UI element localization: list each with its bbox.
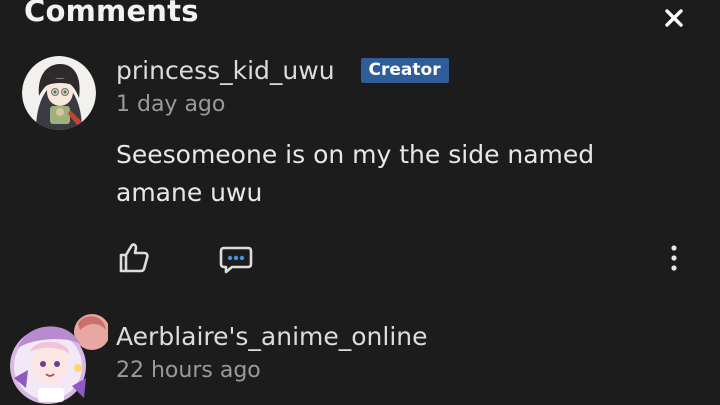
comments-title: Comments <box>24 0 199 28</box>
comment-item: Aerblaire's_anime_online 22 hours ago <box>0 306 720 405</box>
comment-timestamp: 1 day ago <box>116 92 226 117</box>
avatar[interactable] <box>8 308 110 405</box>
more-vertical-icon <box>671 245 677 271</box>
like-button[interactable] <box>116 240 152 276</box>
author-name[interactable]: Aerblaire's_anime_online <box>116 322 428 351</box>
comment-text: Seesomeone is on my the side named amane… <box>116 140 595 207</box>
reply-button[interactable] <box>218 240 254 276</box>
author-row: Aerblaire's_anime_online <box>116 322 428 351</box>
author-name[interactable]: princess_kid_uwu <box>116 56 335 85</box>
reply-bubble-icon <box>219 246 253 274</box>
creator-badge: Creator <box>360 58 449 83</box>
comment-item: princess_kid_uwu Creator 1 day ago Seeso… <box>0 52 720 292</box>
comments-panel: Comments princess_kid_uwu Creator 1 day … <box>0 0 720 405</box>
author-row: princess_kid_uwu Creator <box>116 56 449 85</box>
close-icon <box>665 9 683 27</box>
avatar-image <box>10 314 110 404</box>
comments-header: Comments <box>0 0 720 40</box>
thumbs-up-icon <box>119 243 149 273</box>
comment-timestamp: 22 hours ago <box>116 358 261 383</box>
comment-actions <box>0 238 720 278</box>
close-button[interactable] <box>660 4 688 32</box>
avatar-image <box>22 56 96 130</box>
avatar[interactable] <box>22 56 96 130</box>
more-options-button[interactable] <box>662 240 686 276</box>
